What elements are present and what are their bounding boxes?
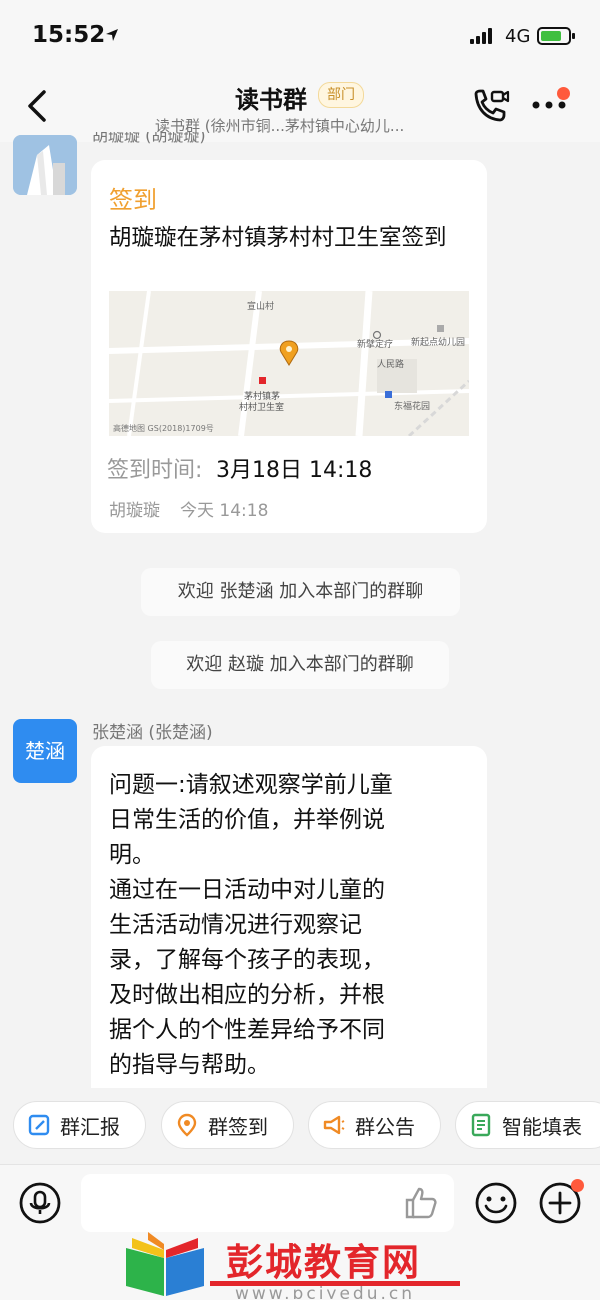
checkin-time-label: 签到时间: [107, 458, 203, 483]
avatar-photo [13, 135, 77, 195]
checkin-time-value: 3月18日 14:18 [216, 458, 373, 483]
emoji-icon[interactable] [474, 1181, 518, 1225]
message-line: 及时做出相应的分析，并根 [109, 982, 385, 1008]
map-label-north: 宣山村 [247, 300, 274, 312]
sender-name: 胡璇璇 (胡璇璇) [92, 132, 206, 145]
system-message: 欢迎 张楚涵 加入本部门的群聊 [141, 568, 460, 616]
page-title: 读书群 [235, 86, 307, 114]
location-arrow-icon [106, 29, 118, 41]
message-line: 生活活动情况进行观察记 [109, 912, 362, 938]
report-icon [26, 1112, 52, 1138]
more-icon[interactable] [530, 98, 570, 112]
thumbs-up-icon[interactable] [403, 1185, 439, 1221]
group-checkin-label: 群签到 [208, 1114, 268, 1139]
smart-form-button[interactable]: 智能填表 [455, 1101, 600, 1149]
checkin-map[interactable]: 宣山村 新擘定疗 人民路 新起点幼儿园 茅村镇茅 村村卫生室 东福花园 高德地图… [109, 291, 469, 436]
location-pin-icon [174, 1112, 200, 1138]
map-label-office: 新擘定疗 [357, 338, 393, 350]
call-icon[interactable] [470, 88, 510, 124]
status-time: 15:52 [32, 22, 106, 48]
message-line: 明。 [109, 842, 155, 868]
megaphone-icon [321, 1112, 347, 1138]
group-announcement-label: 群公告 [355, 1114, 415, 1139]
message-line: 问题一:请叙述观察学前儿童 [109, 772, 393, 798]
voice-icon[interactable] [18, 1181, 62, 1225]
map-label-clinic-2: 村村卫生室 [239, 401, 284, 413]
notification-dot [557, 87, 570, 100]
smart-form-label: 智能填表 [502, 1114, 582, 1139]
network-type: 4G [505, 26, 531, 47]
signal-icon [470, 28, 496, 44]
checkin-footer-name: 胡璇璇 [109, 501, 160, 521]
map-label-kindergarten: 新起点幼儿园 [411, 336, 465, 348]
group-report-label: 群汇报 [60, 1114, 120, 1139]
message-input[interactable] [81, 1174, 454, 1232]
department-badge: 部门 [318, 82, 364, 108]
group-checkin-button[interactable]: 群签到 [161, 1101, 294, 1149]
checkin-title: 签到 [109, 186, 157, 214]
message-text: 问题一:请叙述观察学前儿童 日常生活的价值，并举例说 明。 通过在一日活动中对儿… [109, 768, 393, 1083]
map-label-garden: 东福花园 [394, 400, 430, 412]
back-icon[interactable] [22, 88, 50, 124]
group-announcement-button[interactable]: 群公告 [308, 1101, 441, 1149]
map-label-clinic-1: 茅村镇茅 [244, 390, 280, 402]
group-report-button[interactable]: 群汇报 [13, 1101, 146, 1149]
message-line: 通过在一日活动中对儿童的 [109, 877, 385, 903]
message-line: 据个人的个性差异给予不同 [109, 1017, 385, 1043]
map-label-road: 人民路 [377, 358, 404, 370]
book-logo [126, 1232, 204, 1296]
notification-dot [571, 1179, 584, 1192]
message-line: 录，了解每个孩子的表现， [109, 947, 385, 973]
sender-name: 张楚涵 (张楚涵) [92, 723, 213, 743]
checkin-text: 胡璇璇在茅村镇茅村村卫生室签到 [109, 225, 447, 251]
message-line: 的指导与帮助。 [109, 1052, 270, 1078]
form-icon [468, 1112, 494, 1138]
map-watermark: 高德地图 GS(2018)1709号 [113, 423, 214, 433]
brand-name: 彭城教育网 [226, 1241, 421, 1284]
avatar[interactable] [13, 135, 77, 195]
system-message: 欢迎 赵璇 加入本部门的群聊 [151, 641, 449, 689]
message-line: 日常生活的价值，并举例说 [109, 807, 385, 833]
avatar[interactable]: 楚涵 [13, 719, 77, 783]
battery-icon [537, 27, 575, 45]
brand-url: www.pcjyedu.cn [235, 1284, 416, 1299]
checkin-footer-time: 今天 14:18 [180, 501, 269, 521]
